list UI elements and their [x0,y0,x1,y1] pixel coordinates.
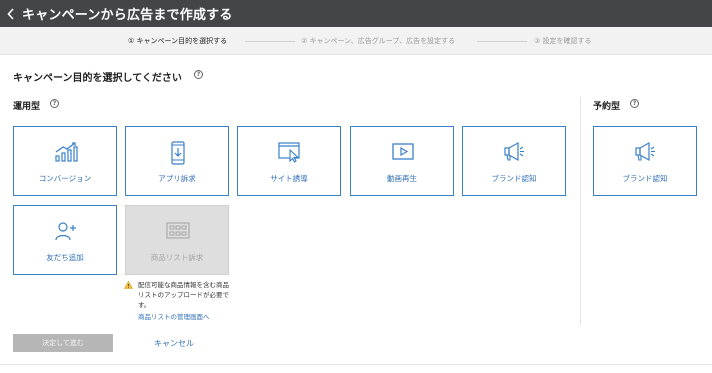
card-label: 動画再生 [387,174,417,183]
page-title: キャンペーンから広告まで作成する [22,8,233,23]
card-label: 商品リスト訴求 [150,253,204,262]
browser-cursor-icon [278,142,300,163]
card-label: ブランド認知 [491,174,537,183]
warning-text: 配信可能な商品情報を含む商品リストのアップロードが必要です。 [138,281,229,309]
card-conversion[interactable]: コンバージョン [13,126,117,196]
card-product-list: 商品リスト訴求 [125,205,229,275]
add-user-icon [55,222,76,241]
product-grid-icon [166,222,190,239]
megaphone-icon [504,141,524,162]
card-friend[interactable]: 友だち追加 [13,205,117,275]
step-2: ② キャンペーン、広告グループ、広告を設定する [301,37,456,45]
warning-icon [124,281,133,289]
card-brand-reserved[interactable]: ブランド認知 [593,126,697,196]
card-video[interactable]: 動画再生 [350,126,454,196]
step-connector [477,41,527,42]
help-icon[interactable]: ? [50,99,59,108]
step-connector [245,41,295,42]
step-1: ① キャンペーン目的を選択する [128,37,228,45]
help-icon[interactable]: ? [630,99,639,108]
main-heading: キャンペーン目的を選択してください [13,73,182,84]
chevron-left-icon[interactable] [0,0,22,27]
operational-heading: 運用型 [13,102,41,112]
play-icon [392,143,414,160]
card-label: 友だち追加 [46,253,84,262]
smartphone-download-icon [171,141,185,165]
card-label: アプリ訴求 [158,174,196,183]
help-icon[interactable]: ? [194,70,203,79]
card-label: ブランド認知 [622,174,668,183]
footer-divider [0,364,712,365]
step-indicator: ① キャンペーン目的を選択する ② キャンペーン、広告グループ、広告を設定する … [0,27,712,55]
card-app[interactable]: アプリ訴求 [125,126,229,196]
cancel-button[interactable]: キャンセル [154,338,194,349]
chart-growth-icon [55,142,78,162]
step-3: ③ 設定を確認する [534,37,592,45]
megaphone-icon [635,141,655,162]
section-divider [580,97,581,325]
card-brand[interactable]: ブランド認知 [462,126,566,196]
card-label: コンバージョン [38,174,92,183]
card-site[interactable]: サイト誘導 [237,126,341,196]
submit-button[interactable]: 決定して進む [13,334,113,352]
product-list-manage-link[interactable]: 商品リストの管理画面へ [138,311,210,321]
reserved-heading: 予約型 [593,102,621,112]
card-label: サイト誘導 [270,174,308,183]
header-bar: キャンペーンから広告まで作成する [0,0,712,27]
